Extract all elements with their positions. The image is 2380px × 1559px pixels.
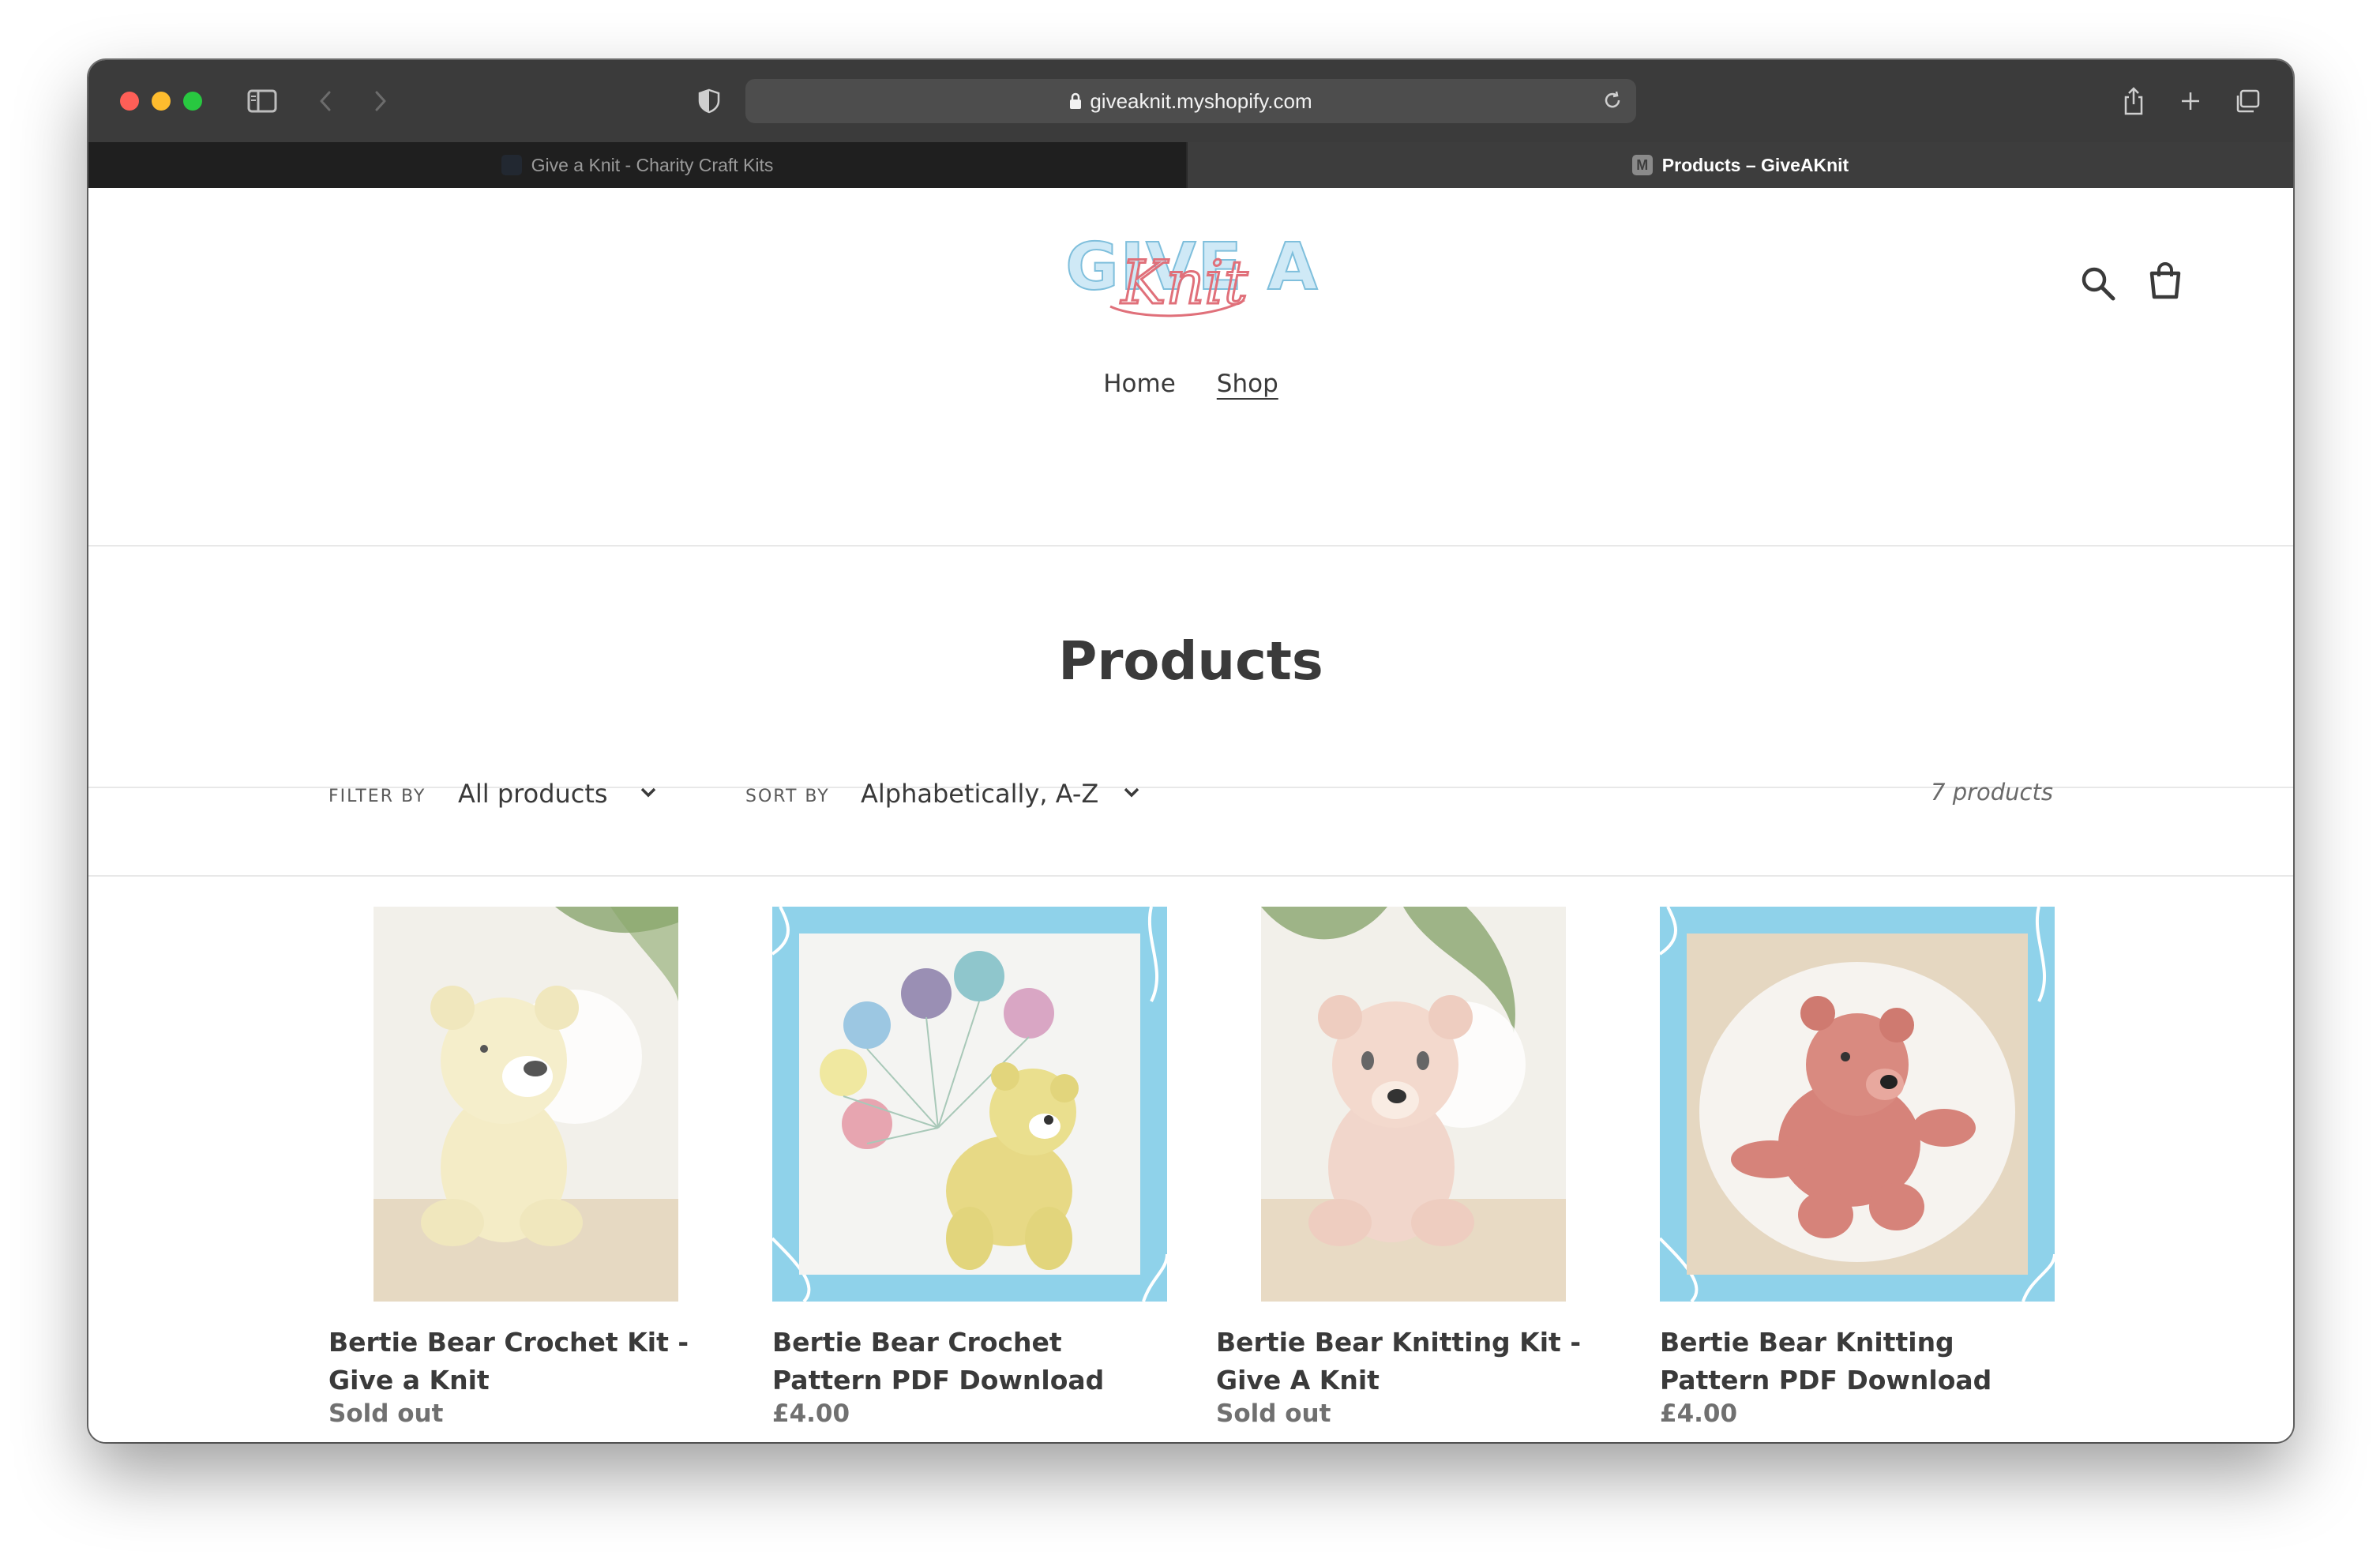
lock-icon (1069, 92, 1082, 110)
tab-overview-icon[interactable] (2230, 81, 2265, 122)
header-divider (88, 545, 2293, 547)
product-price: £4.00 (772, 1399, 850, 1428)
tab-title: Products – GiveAKnit (1661, 154, 1849, 175)
address-bar[interactable]: giveaknit.myshopify.com (745, 79, 1636, 123)
tab-give-a-knit[interactable]: Give a Knit - Charity Craft Kits (88, 142, 1186, 188)
product-grid: Bertie Bear Crochet Kit - Give a Knit So… (328, 907, 2056, 1442)
zoom-window-button[interactable] (183, 92, 202, 111)
new-tab-icon[interactable] (2175, 81, 2206, 122)
privacy-shield-icon[interactable] (693, 81, 725, 122)
product-title[interactable]: Bertie Bear Knitting Kit - Give A Knit (1216, 1324, 1611, 1399)
filter-label: FILTER BY (328, 787, 426, 806)
minimize-window-button[interactable] (152, 92, 171, 111)
product-count: 7 products (1931, 779, 2053, 806)
main-nav: Home Shop (88, 370, 2293, 398)
url-text: giveaknit.myshopify.com (1090, 88, 1312, 113)
filter-bottom-divider (88, 875, 2293, 877)
sidebar-toggle-icon[interactable] (243, 81, 281, 122)
nav-shop-link[interactable]: Shop (1217, 370, 1278, 398)
product-title[interactable]: Bertie Bear Crochet Kit - Give a Knit (328, 1324, 723, 1399)
product-price: Sold out (1216, 1399, 1331, 1428)
filter-bar: FILTER BY All products SORT BY Alphabeti… (88, 752, 2293, 840)
product-price: £4.00 (1660, 1399, 1738, 1428)
search-icon[interactable] (2080, 265, 2116, 305)
close-window-button[interactable] (120, 92, 139, 111)
page-title: Products (1058, 630, 1323, 692)
filter-chevron-down-icon[interactable] (638, 785, 659, 802)
filter-select[interactable]: All products (458, 779, 608, 809)
back-icon[interactable] (310, 81, 341, 122)
tab-title: Give a Knit - Charity Craft Kits (531, 154, 774, 175)
product-image[interactable] (328, 907, 723, 1302)
product-image[interactable] (1216, 907, 1611, 1302)
product-image[interactable] (1660, 907, 2055, 1302)
forward-icon[interactable] (365, 81, 396, 122)
tab-favicon: M (1631, 155, 1653, 175)
site-logo[interactable]: GIVE A Knit (1064, 224, 1319, 327)
tab-products[interactable]: M Products – GiveAKnit (1188, 142, 2293, 188)
product-title[interactable]: Bertie Bear Knitting Pattern PDF Downloa… (1660, 1324, 2055, 1399)
browser-window: giveaknit.myshopify.com Give a Knit - Ch… (88, 60, 2293, 1442)
sort-label: SORT BY (745, 787, 830, 806)
sort-chevron-down-icon[interactable] (1121, 785, 1142, 802)
reload-icon[interactable] (1601, 88, 1624, 118)
product-image[interactable] (772, 907, 1167, 1302)
shop-page: GIVE A Knit Home Shop Products FILTER BY… (88, 188, 2293, 1442)
product-title[interactable]: Bertie Bear Crochet Pattern PDF Download (772, 1324, 1167, 1399)
product-price: Sold out (328, 1399, 444, 1428)
sort-select[interactable]: Alphabetically, A-Z (861, 779, 1098, 809)
tab-bar: Give a Knit - Charity Craft Kits M Produ… (88, 142, 2293, 190)
cart-icon[interactable] (2148, 262, 2183, 303)
share-icon[interactable] (2118, 81, 2149, 122)
browser-toolbar: giveaknit.myshopify.com (88, 60, 2293, 142)
nav-home-link[interactable]: Home (1103, 370, 1176, 398)
tab-favicon (501, 155, 522, 175)
